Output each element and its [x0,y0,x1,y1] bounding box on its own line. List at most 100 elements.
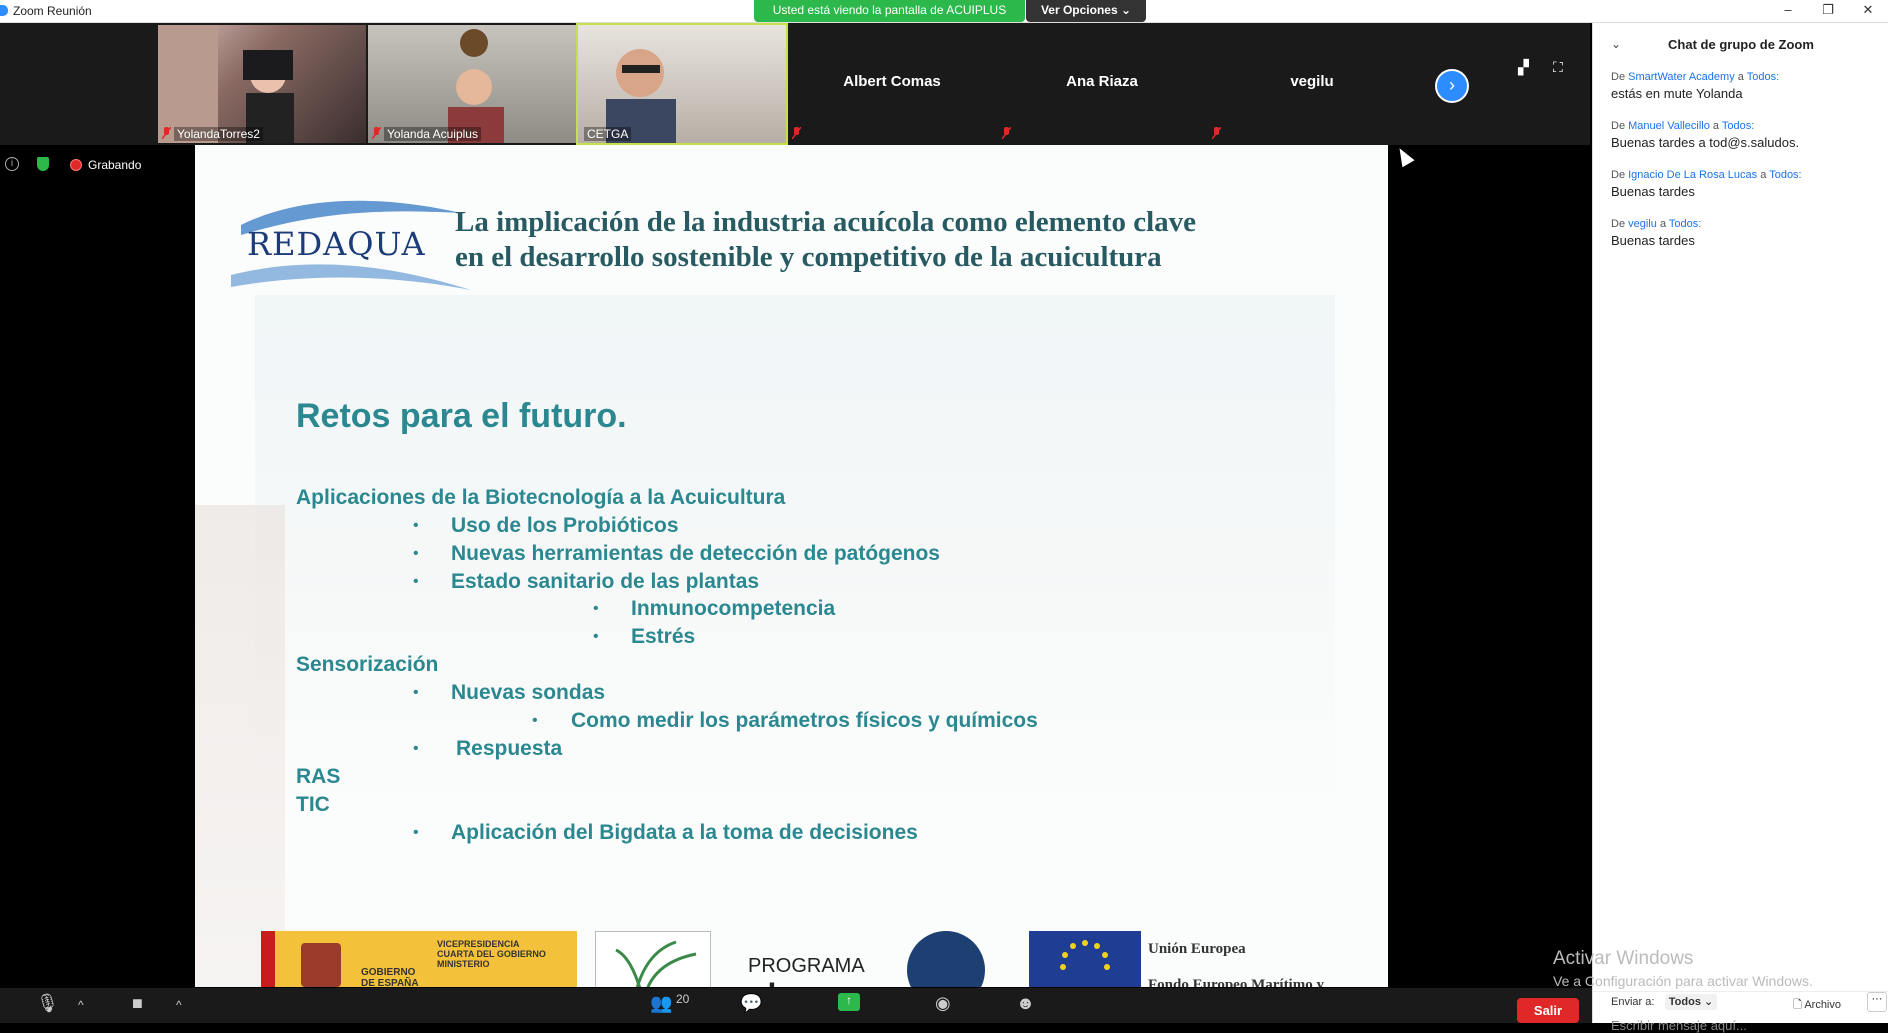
slide-line: Nuevas herramientas de detección de pató… [451,542,940,565]
recipient[interactable]: Todos: [1669,218,1701,230]
reactions-icon[interactable]: ☻ [1016,993,1035,1014]
mic-muted-icon [1212,127,1221,139]
share-screen-icon[interactable]: ↑ [838,993,860,1011]
view-options-label: Ver Opciones [1040,3,1118,17]
pleamar-logo: PROGRAMA pleamar [748,955,871,987]
file-button[interactable]: 🗋 Archivo [1793,996,1841,1015]
recipient[interactable]: Todos: [1747,71,1779,83]
slide-heading: Retos para el futuro. [296,397,627,435]
send-to-select[interactable]: Todos ⌄ [1665,994,1717,1010]
bullet: • [593,600,599,617]
next-page-button[interactable]: › [1435,69,1469,103]
video-options-chevron[interactable]: ^ [176,998,182,1012]
grass-logo [595,931,711,987]
slide-line: Como medir los parámetros físicos y quím… [571,709,1038,732]
chat-icon[interactable]: 💬 [740,993,762,1014]
window-title: Zoom Reunión [13,4,92,18]
slide-line: Uso de los Probióticos [451,514,679,537]
recording-label: Grabando [88,158,142,172]
participants-icon[interactable]: 👥 [650,993,672,1014]
headline-line-2: en el desarrollo sostenible y competitiv… [455,241,1162,273]
from-prefix: De [1611,218,1626,230]
participant-name: YolandaTorres2 [174,127,263,141]
chat-title: Chat de grupo de Zoom [1668,37,1814,52]
security-shield-icon[interactable] [37,157,49,171]
participant-tile-active[interactable]: CETGA [576,23,788,145]
message-header: De SmartWater Academy a Todos: [1611,71,1881,83]
coat-of-arms-icon [301,943,341,987]
audio-options-chevron[interactable]: ^ [78,998,84,1012]
mic-muted-icon [1002,127,1011,139]
sender[interactable]: Ignacio De La Rosa Lucas [1628,169,1757,181]
windows-watermark: Activar Windows [1553,948,1694,969]
participant-name: Ana Riaza [1066,73,1138,90]
redaqua-logo: REDAQUA [231,195,471,295]
bullet: • [413,684,419,701]
participant-name: vegilu [1290,73,1334,90]
participant-name: Albert Comas [843,73,941,90]
slide-line: RAS [296,765,341,788]
grass-icon [615,940,697,987]
participant-tile[interactable]: Albert Comas [788,25,996,143]
bullet: • [413,545,419,562]
sender[interactable]: vegilu [1628,218,1657,230]
leave-meeting-button[interactable]: Salir [1517,998,1579,1023]
eu-flag-logo [1029,931,1141,987]
bullet: • [413,517,419,534]
participant-name: CETGA [584,127,632,141]
video-strip: YolandaTorres2 Yolanda Acuiplus CETGA Al… [0,23,1590,145]
participant-tile[interactable]: YolandaTorres2 [158,25,366,143]
slide-headline: La implicación de la industria acuícola … [455,205,1196,275]
sender[interactable]: Manuel Vallecillo [1628,120,1710,132]
chat-message: De SmartWater Academy a Todos: estás en … [1611,71,1881,101]
pleamar-wave-icon [907,931,985,987]
layout-view-icon[interactable]: ▞ [1518,59,1536,75]
info-icon[interactable]: i [5,157,19,171]
participant-tile[interactable]: vegilu [1208,25,1416,143]
gobierno-espana-logo: GOBIERNO DE ESPAÑA VICEPRESIDENCIA CUART… [261,931,577,987]
bullet: • [593,628,599,645]
video-camera-icon[interactable]: ■ [132,993,143,1014]
send-to-bar: Enviar a: Todos ⌄ 🗋 Archivo ··· [1593,991,1888,1016]
chat-message: De Ignacio De La Rosa Lucas a Todos: Bue… [1611,169,1881,199]
to-word: a [1659,218,1667,230]
view-options-button[interactable]: Ver Opciones ⌄ [1026,0,1146,22]
slide-line: TIC [296,793,330,816]
eu-stars-icon [1060,940,1110,970]
chevron-right-icon: › [1449,75,1455,95]
shared-screen-slide: REDAQUA La implicación de la industria a… [195,145,1388,987]
bullet: • [532,712,538,729]
sender[interactable]: SmartWater Academy [1628,71,1735,83]
windows-watermark-sub: Ve a Configuración para activar Windows. [1553,973,1813,989]
mic-muted-icon [792,127,801,139]
flag-stripe [261,931,275,987]
file-icon: 🗋 [1793,999,1802,1011]
to-word: a [1712,120,1720,132]
eu-line-2: Fondo Europeo Marítimo y [1148,977,1324,987]
recipient[interactable]: Todos: [1769,169,1801,181]
from-prefix: De [1611,120,1626,132]
participant-tile[interactable]: Ana Riaza [998,25,1206,143]
message-text: Buenas tardes a tod@s.saludos. [1611,135,1800,150]
participant-name: Yolanda Acuiplus [384,127,481,141]
chat-message: De vegilu a Todos: Buenas tardes [1611,218,1881,248]
slide-line: Inmunocompetencia [631,597,836,620]
restore-button[interactable]: ❐ [1808,0,1848,22]
message-text: Buenas tardes [1611,184,1695,199]
mic-muted-icon[interactable]: 🎙 [36,993,59,1014]
mic-muted-icon [372,127,381,139]
programa-text: PROGRAMA [748,955,865,977]
participant-tile[interactable]: Yolanda Acuiplus [368,25,576,143]
record-icon[interactable]: ◉ [935,993,951,1014]
eu-text: Unión Europea Fondo Europeo Marítimo y [1148,931,1324,987]
close-button[interactable]: ✕ [1848,0,1888,22]
message-header: De vegilu a Todos: [1611,218,1881,230]
participant-video [448,29,504,143]
from-prefix: De [1611,71,1626,83]
chat-message-input[interactable]: Escribir mensaje aquí... [1611,1018,1747,1033]
minimize-button[interactable]: – [1768,0,1808,22]
bullet: • [413,824,419,841]
recipient[interactable]: Todos: [1722,120,1754,132]
fullscreen-icon[interactable]: ⛶ [1553,59,1571,75]
more-options-button[interactable]: ··· [1867,992,1887,1012]
